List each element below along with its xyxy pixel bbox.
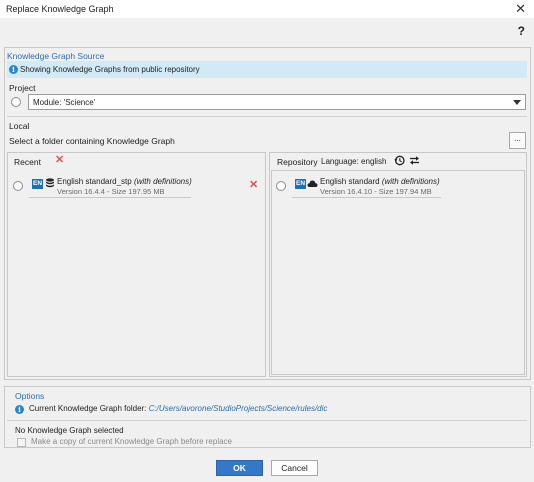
cancel-button[interactable]: Cancel [271, 460, 318, 476]
info-text: Showing Knowledge Graphs from public rep… [20, 65, 200, 74]
copy-checkbox-label: Make a copy of current Knowledge Graph b… [31, 437, 233, 446]
repository-item-name: English standard [320, 177, 380, 186]
info-icon: i [15, 405, 24, 414]
language-badge: EN [32, 179, 43, 189]
clear-recent-icon[interactable]: ✕ [55, 155, 64, 166]
info-bar: i Showing Knowledge Graphs from public r… [7, 61, 527, 78]
help-icon[interactable]: ? [518, 24, 525, 38]
repository-item-meta: Version 16.4.10 - Size 197.94 MB [320, 187, 432, 196]
repository-list [271, 170, 525, 375]
language-badge: EN [295, 179, 306, 189]
current-folder-row: Current Knowledge Graph folder: C:/Users… [29, 404, 327, 413]
recent-item-radio[interactable] [13, 181, 23, 191]
info-icon: i [9, 65, 18, 74]
project-select[interactable]: Module: 'Science' [28, 94, 526, 110]
divider [7, 116, 527, 117]
copy-checkbox[interactable] [17, 438, 26, 447]
repository-item-note: (with definitions) [381, 177, 440, 186]
browse-button[interactable]: ... [509, 132, 526, 149]
project-select-value: Module: 'Science' [33, 98, 96, 107]
current-folder-label: Current Knowledge Graph folder: [29, 404, 147, 413]
history-icon[interactable] [394, 155, 405, 168]
chevron-down-icon [513, 100, 521, 105]
title-bar: Replace Knowledge Graph ✕ [0, 0, 534, 18]
database-icon [45, 178, 55, 191]
divider [7, 420, 527, 421]
current-folder-link[interactable]: C:/Users/avorone/StudioProjects/Science/… [149, 404, 328, 413]
item-underline [29, 197, 191, 198]
recent-item-name: English standard_stp [57, 177, 132, 186]
cloud-icon [307, 179, 318, 190]
project-radio[interactable] [11, 97, 21, 107]
recent-item-note: (with definitions) [133, 177, 192, 186]
ok-button[interactable]: OK [216, 460, 263, 476]
repository-header: Repository [277, 157, 318, 167]
language-label: Language: english [321, 157, 387, 166]
repository-item-title: English standard (with definitions) [320, 177, 440, 186]
local-label: Local [9, 121, 30, 131]
source-group-title: Knowledge Graph Source [7, 51, 105, 61]
options-group-title: Options [15, 391, 45, 401]
repository-item-radio[interactable] [276, 181, 286, 191]
recent-item-meta: Version 16.4.4 - Size 197.95 MB [57, 187, 165, 196]
window-title: Replace Knowledge Graph [6, 4, 114, 14]
remove-recent-icon[interactable]: ✕ [249, 180, 258, 191]
item-underline [292, 197, 441, 198]
selection-status: No Knowledge Graph selected [15, 426, 124, 435]
swap-icon[interactable] [409, 155, 420, 168]
close-icon[interactable]: ✕ [515, 1, 526, 17]
local-hint: Select a folder containing Knowledge Gra… [9, 136, 175, 146]
recent-header: Recent [14, 157, 41, 167]
recent-item-title: English standard_stp (with definitions) [57, 177, 192, 186]
project-label: Project [9, 83, 36, 93]
